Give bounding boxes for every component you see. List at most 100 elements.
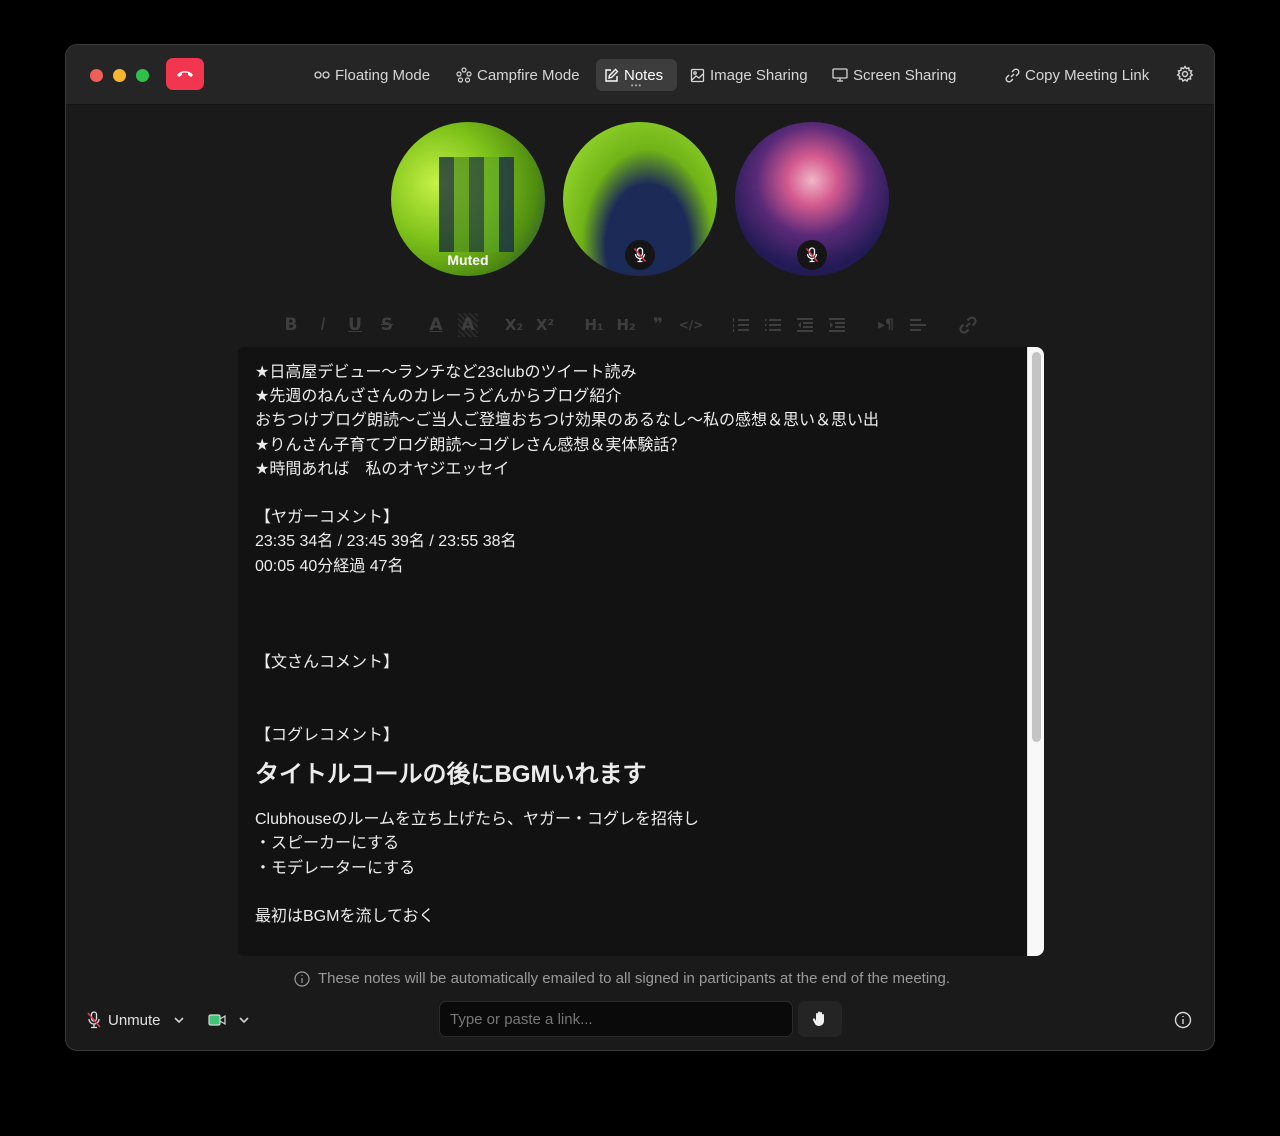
- note-line: 23:35 34名 / 23:45 39名 / 23:55 38名: [255, 533, 517, 551]
- link-icon: [959, 316, 977, 334]
- link-button[interactable]: [956, 313, 980, 337]
- strikethrough-button[interactable]: S: [377, 313, 397, 337]
- note-line: 【ヤガーコメント】: [255, 509, 400, 527]
- subscript-button[interactable]: X₂: [502, 313, 526, 337]
- participant-video-1[interactable]: Muted: [391, 122, 545, 276]
- mic-off-icon: [633, 247, 647, 263]
- editor-toolbar: B I U S A A X₂ X² H₁ H₂ ❞ </> ▸¶: [281, 313, 1001, 337]
- copy-meeting-link-button[interactable]: Copy Meeting Link: [997, 59, 1157, 91]
- note-line: 【文さんコメント】: [255, 654, 400, 672]
- monitor-icon: [832, 68, 848, 82]
- note-line: [255, 700, 1015, 724]
- superscript-button[interactable]: X²: [533, 313, 557, 337]
- participant-status-label: Muted: [447, 252, 489, 268]
- note-line: ★時間あれば 私のオヤジエッセイ: [255, 460, 510, 478]
- image-icon: [690, 68, 705, 82]
- outdent-icon: [797, 318, 813, 332]
- code-button[interactable]: </>: [678, 313, 704, 337]
- notes-editor[interactable]: ★日高屋デビュー〜ランチなど23clubのツイート読み ★先週のねんざさんのカレー…: [238, 347, 1044, 956]
- ordered-list-icon: [732, 318, 749, 332]
- camera-icon: [208, 1014, 226, 1026]
- link-icon: [1005, 67, 1020, 83]
- note-line: [255, 881, 1015, 905]
- zoom-window-button[interactable]: [136, 69, 149, 82]
- notes-edit-icon: [605, 68, 619, 82]
- gear-icon: [1176, 65, 1194, 83]
- bullet-list-button[interactable]: [761, 313, 785, 337]
- notes-tab[interactable]: Notes •••: [596, 59, 677, 91]
- phone-hangup-icon: [177, 71, 193, 77]
- note-line: ・スピーカーにする: [255, 835, 400, 853]
- participant-video-2[interactable]: [563, 122, 717, 276]
- email-notice-text: These notes will be automatically emaile…: [318, 970, 951, 987]
- highlight-button[interactable]: A: [458, 313, 478, 337]
- pixelated-face: [439, 157, 514, 252]
- mic-off-icon: [87, 1011, 101, 1029]
- align-button[interactable]: [906, 313, 930, 337]
- note-line: ★先週のねんざさんのカレーうどんからブログ紹介: [255, 388, 622, 406]
- align-left-icon: [910, 319, 926, 331]
- unmute-label: Unmute: [108, 1011, 161, 1029]
- campfire-icon: [456, 67, 472, 83]
- floating-mode-label: Floating Mode: [335, 66, 431, 84]
- floating-mode-button[interactable]: Floating Mode: [306, 59, 438, 91]
- chevron-down-icon[interactable]: [171, 1015, 187, 1025]
- copy-meeting-link-label: Copy Meeting Link: [1025, 66, 1150, 84]
- indent-icon: [829, 318, 845, 332]
- unmute-button[interactable]: Unmute: [86, 1009, 187, 1031]
- note-line: [255, 676, 1015, 700]
- raise-hand-button[interactable]: [798, 1001, 842, 1037]
- note-line: ★りんさん子育てブログ朗読〜コグレさん感想＆実体験話？: [255, 436, 686, 454]
- floating-mode-icon: [314, 71, 330, 79]
- campfire-mode-button[interactable]: Campfire Mode: [448, 59, 588, 91]
- campfire-mode-label: Campfire Mode: [477, 66, 580, 84]
- screen-sharing-label: Screen Sharing: [853, 66, 957, 84]
- info-icon: [1174, 1011, 1192, 1029]
- italic-button[interactable]: I: [313, 313, 333, 337]
- image-sharing-button[interactable]: Image Sharing: [682, 59, 816, 91]
- title-bar: Floating Mode Campfire Mode Notes ••• Im…: [66, 45, 1214, 105]
- participant-video-3[interactable]: [735, 122, 889, 276]
- info-icon: [294, 970, 310, 987]
- heading-1-button[interactable]: H₁: [581, 313, 607, 337]
- scrollbar-thumb[interactable]: [1032, 352, 1041, 742]
- screen-sharing-button[interactable]: Screen Sharing: [824, 59, 964, 91]
- muted-badge: [625, 240, 655, 270]
- hang-up-button[interactable]: [166, 58, 204, 90]
- info-button[interactable]: [1174, 1011, 1192, 1034]
- text-color-button[interactable]: A: [426, 313, 446, 337]
- chevron-down-icon[interactable]: [236, 1015, 252, 1025]
- editor-scrollbar[interactable]: [1027, 347, 1044, 956]
- note-line: Clubhouseのルームを立ち上げたら、ヤガー・コグレを招待し: [255, 811, 700, 829]
- notes-content[interactable]: ★日高屋デビュー〜ランチなど23clubのツイート読み ★先週のねんざさんのカレー…: [255, 361, 1015, 929]
- note-line: [255, 482, 1015, 506]
- link-input[interactable]: [439, 1001, 793, 1037]
- ordered-list-button[interactable]: [729, 313, 753, 337]
- bullet-list-icon: [765, 319, 781, 331]
- note-line: 00:05 40分経過 47名: [255, 557, 404, 575]
- camera-button[interactable]: [208, 1009, 252, 1031]
- close-window-button[interactable]: [90, 69, 103, 82]
- note-line: ・モデレーターにする: [255, 859, 416, 877]
- minimize-window-button[interactable]: [113, 69, 126, 82]
- notes-more-indicator[interactable]: •••: [631, 82, 642, 90]
- meeting-window: Floating Mode Campfire Mode Notes ••• Im…: [65, 44, 1215, 1051]
- settings-button[interactable]: [1176, 65, 1194, 88]
- notes-heading: タイトルコールの後にBGMいれます: [255, 761, 647, 789]
- bold-button[interactable]: B: [281, 313, 301, 337]
- email-notice: These notes will be automatically emaile…: [294, 970, 950, 987]
- blockquote-button[interactable]: ❞: [646, 313, 670, 337]
- outdent-button[interactable]: [793, 313, 817, 337]
- underline-button[interactable]: U: [345, 313, 365, 337]
- note-line: ★日高屋デビュー〜ランチなど23clubのツイート読み: [255, 364, 637, 381]
- note-line: [255, 603, 1015, 627]
- note-line: 【コグレコメント】: [255, 726, 400, 744]
- note-line: 最初はBGMを流しておく: [255, 907, 435, 925]
- indent-button[interactable]: [825, 313, 849, 337]
- text-direction-button[interactable]: ▸¶: [874, 313, 898, 337]
- image-sharing-label: Image Sharing: [710, 66, 808, 84]
- note-line: おちつけブログ朗読〜ご当人ご登壇おちつけ効果のあるなし〜私の感想＆思い＆思い出: [255, 412, 880, 430]
- hand-icon: [812, 1011, 824, 1026]
- heading-2-button[interactable]: H₂: [613, 313, 639, 337]
- muted-badge: [797, 240, 827, 270]
